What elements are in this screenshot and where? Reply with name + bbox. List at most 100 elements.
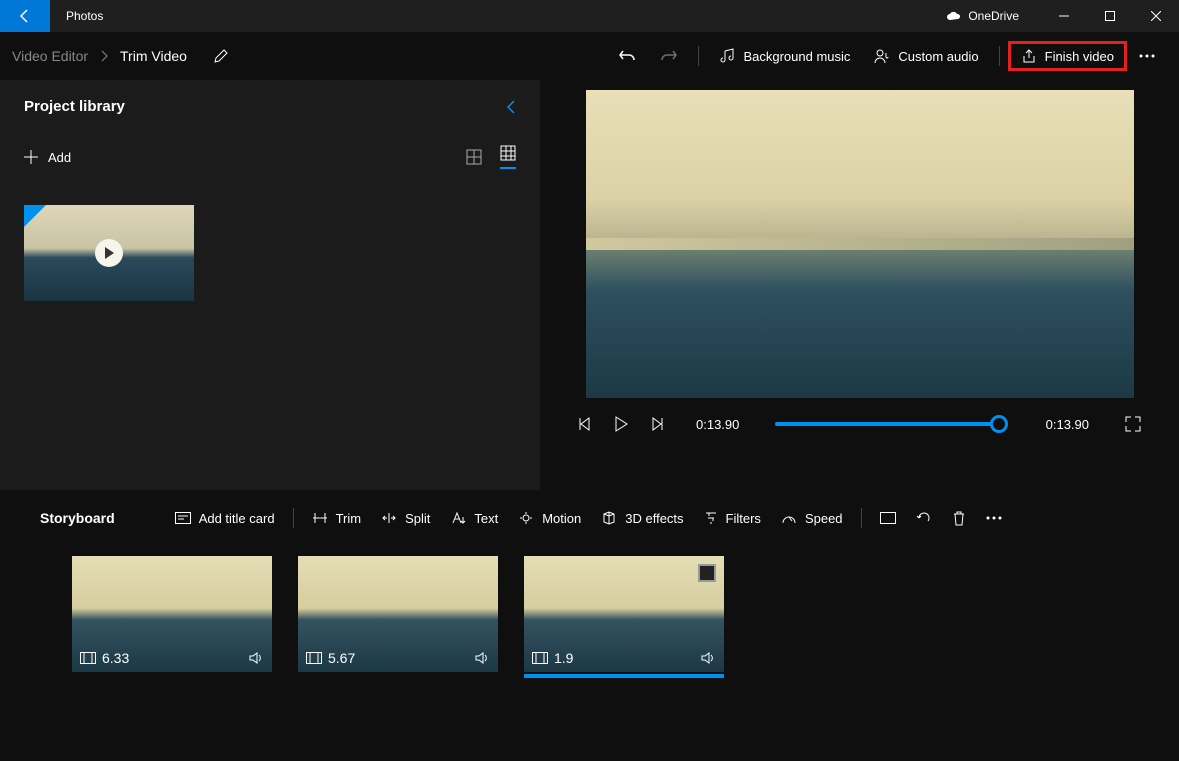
total-time: 0:13.90	[1046, 417, 1089, 432]
filters-icon	[704, 511, 718, 525]
collapse-library-button[interactable]	[506, 99, 516, 115]
window-controls	[1041, 0, 1179, 32]
add-media-button[interactable]: Add	[24, 150, 71, 165]
main-toolbar: Video Editor Trim Video Background music…	[0, 32, 1179, 80]
breadcrumb-root[interactable]: Video Editor	[12, 48, 88, 64]
more-button[interactable]	[1127, 46, 1167, 66]
grid-small-icon	[500, 145, 516, 161]
finish-video-label: Finish video	[1045, 49, 1114, 64]
motion-button[interactable]: Motion	[508, 504, 591, 532]
redo-icon	[660, 47, 678, 65]
title-card-label: Add title card	[199, 511, 275, 526]
cloud-icon	[946, 11, 962, 21]
breadcrumb-current: Trim Video	[120, 48, 187, 64]
back-button[interactable]	[0, 0, 50, 32]
app-title: Photos	[66, 9, 103, 23]
title-bar: Photos OneDrive	[0, 0, 1179, 32]
current-time: 0:13.90	[696, 417, 739, 432]
finish-video-button[interactable]: Finish video	[1008, 41, 1127, 71]
text-button[interactable]: Text	[440, 505, 508, 532]
storyboard-clip[interactable]: 1.9	[524, 556, 724, 672]
speed-button[interactable]: Speed	[771, 505, 853, 532]
aspect-icon	[880, 512, 896, 524]
3d-effects-button[interactable]: 3D effects	[591, 505, 693, 532]
chevron-right-icon	[100, 50, 108, 62]
next-frame-button[interactable]	[650, 417, 664, 431]
prev-frame-button[interactable]	[578, 417, 592, 431]
trash-icon	[952, 510, 966, 526]
clip-duration: 1.9	[554, 650, 573, 666]
close-button[interactable]	[1133, 0, 1179, 32]
plus-icon	[24, 150, 38, 164]
speed-label: Speed	[805, 511, 843, 526]
audio-person-icon	[874, 48, 890, 64]
view-large-button[interactable]	[466, 149, 482, 165]
text-icon	[450, 511, 466, 525]
play-button[interactable]	[614, 416, 628, 432]
speed-icon	[781, 511, 797, 525]
3d-icon	[601, 511, 617, 525]
add-title-card-button[interactable]: Add title card	[165, 505, 285, 532]
project-library-panel: Project library Add	[0, 80, 540, 490]
minimize-button[interactable]	[1041, 0, 1087, 32]
chevron-left-icon	[506, 99, 516, 115]
pencil-icon	[213, 48, 229, 64]
fullscreen-button[interactable]	[1125, 416, 1141, 432]
film-icon	[306, 652, 322, 664]
seek-slider[interactable]	[775, 422, 999, 426]
add-label: Add	[48, 150, 71, 165]
resize-button[interactable]	[870, 506, 906, 530]
export-icon	[1021, 48, 1037, 64]
bg-music-label: Background music	[743, 49, 850, 64]
split-button[interactable]: Split	[371, 505, 440, 532]
clip-select-checkbox[interactable]	[698, 564, 716, 582]
clip-duration: 5.67	[328, 650, 355, 666]
view-small-button[interactable]	[500, 145, 516, 169]
music-icon	[719, 48, 735, 64]
background-music-button[interactable]: Background music	[707, 40, 862, 72]
3d-label: 3D effects	[625, 511, 683, 526]
storyboard-toolbar: Storyboard Add title card Trim Split Tex…	[0, 490, 1179, 546]
library-clip-thumbnail[interactable]	[24, 205, 194, 301]
film-icon	[532, 652, 548, 664]
rename-button[interactable]	[213, 48, 229, 64]
maximize-button[interactable]	[1087, 0, 1133, 32]
storyboard-clips: 6.33 5.67 1.9	[0, 546, 1179, 682]
fullscreen-icon	[1125, 416, 1141, 432]
ellipsis-icon	[1139, 54, 1155, 58]
used-indicator-icon	[24, 205, 46, 227]
storyboard-title: Storyboard	[40, 510, 115, 526]
grid-large-icon	[466, 149, 482, 165]
delete-button[interactable]	[942, 504, 976, 532]
filters-label: Filters	[726, 511, 761, 526]
film-icon	[80, 652, 96, 664]
step-forward-icon	[650, 417, 664, 431]
ellipsis-icon	[986, 516, 1002, 520]
player-controls: 0:13.90 0:13.90	[570, 416, 1149, 432]
preview-panel: 0:13.90 0:13.90	[540, 80, 1179, 490]
clip-duration: 6.33	[102, 650, 129, 666]
motion-label: Motion	[542, 511, 581, 526]
trim-button[interactable]: Trim	[302, 505, 372, 532]
onedrive-status[interactable]: OneDrive	[946, 9, 1019, 23]
split-label: Split	[405, 511, 430, 526]
rotate-icon	[916, 510, 932, 526]
seek-thumb[interactable]	[990, 415, 1008, 433]
filters-button[interactable]: Filters	[694, 505, 771, 532]
rotate-button[interactable]	[906, 504, 942, 532]
split-icon	[381, 512, 397, 524]
storyboard-clip[interactable]: 5.67	[298, 556, 498, 672]
onedrive-label: OneDrive	[968, 9, 1019, 23]
volume-icon	[700, 651, 716, 665]
redo-button[interactable]	[648, 39, 690, 73]
custom-audio-button[interactable]: Custom audio	[862, 40, 990, 72]
video-preview[interactable]	[586, 90, 1134, 398]
undo-icon	[618, 47, 636, 65]
volume-icon	[474, 651, 490, 665]
title-card-icon	[175, 512, 191, 524]
undo-button[interactable]	[606, 39, 648, 73]
storyboard-clip[interactable]: 6.33	[72, 556, 272, 672]
storyboard-more-button[interactable]	[976, 510, 1012, 526]
breadcrumb: Video Editor Trim Video	[12, 48, 229, 64]
trim-label: Trim	[336, 511, 362, 526]
